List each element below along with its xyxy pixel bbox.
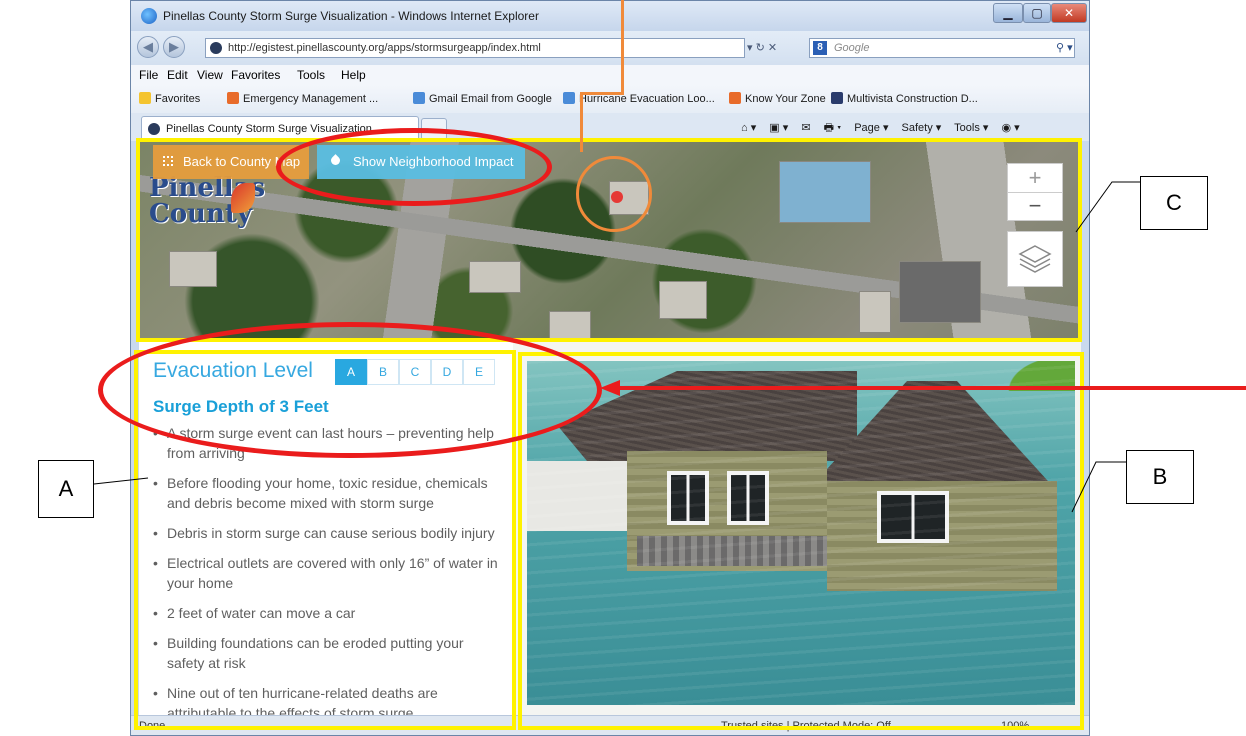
- callout-leaders: [93, 181, 1140, 513]
- leader-line-c: [1075, 181, 1140, 233]
- leader-line-b: [1071, 461, 1126, 513]
- leader-line-a: [93, 477, 149, 485]
